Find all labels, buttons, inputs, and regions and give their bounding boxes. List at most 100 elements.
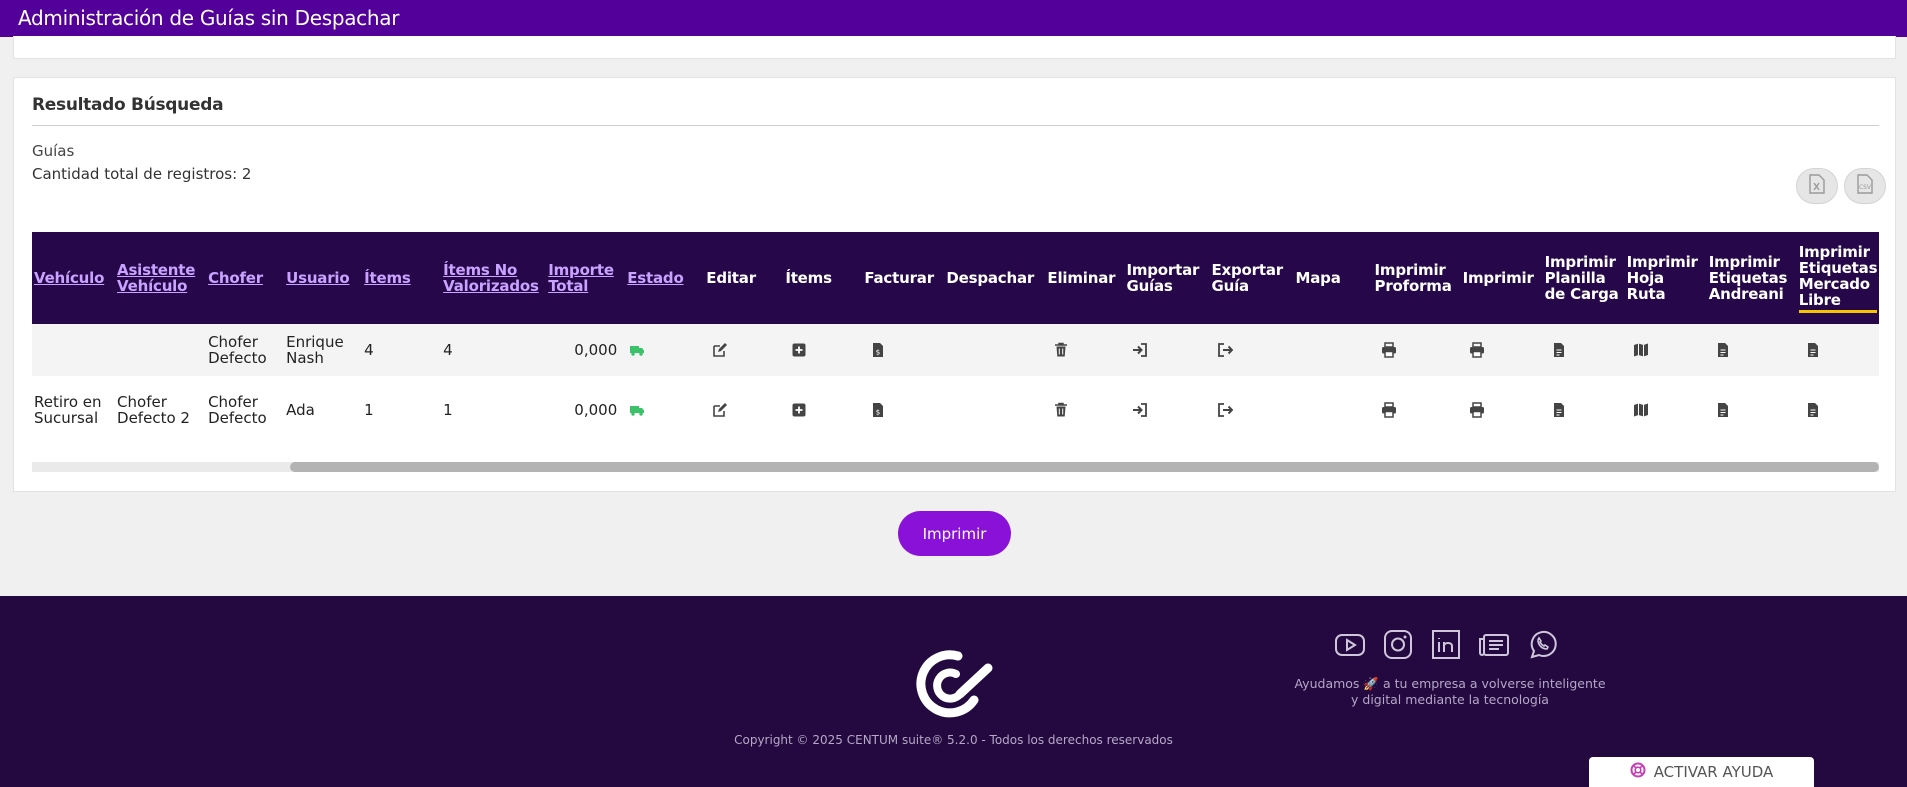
export-excel-button[interactable] xyxy=(1796,168,1838,204)
centum-logo xyxy=(912,650,996,720)
excel-file-icon xyxy=(1808,174,1826,198)
col-asistente-vehiculo[interactable]: Asistente Vehículo xyxy=(115,232,206,324)
trash-icon[interactable] xyxy=(1053,342,1069,358)
cell-imprimir xyxy=(1461,324,1543,376)
print-icon[interactable] xyxy=(1469,402,1485,418)
sign-out-icon[interactable] xyxy=(1217,402,1234,418)
print-icon[interactable] xyxy=(1381,402,1397,418)
results-panel: Resultado Búsqueda Guías Cantidad total … xyxy=(13,77,1896,492)
cell-estado xyxy=(625,324,704,376)
sign-in-icon[interactable] xyxy=(1132,342,1148,358)
map-icon[interactable] xyxy=(1633,342,1649,358)
cell-mapa xyxy=(1294,376,1373,444)
plus-square-icon[interactable] xyxy=(791,342,807,358)
trash-icon[interactable] xyxy=(1053,402,1069,418)
map-icon[interactable] xyxy=(1633,402,1649,418)
whatsapp-icon[interactable] xyxy=(1525,630,1559,660)
records-count: Cantidad total de registros: 2 xyxy=(32,165,252,183)
col-despachar: Despachar xyxy=(946,269,1035,287)
cell-chofer: Chofer Defecto xyxy=(208,333,267,367)
cell-asistente: Chofer Defecto 2 xyxy=(117,392,190,427)
svg-text:CSV: CSV xyxy=(1859,184,1872,191)
col-exportar-guia: Exportar Guía xyxy=(1211,261,1283,295)
cell-editar xyxy=(704,324,783,376)
file-text-icon[interactable] xyxy=(1551,342,1567,358)
col-mapa: Mapa xyxy=(1295,269,1341,287)
cell-etiquetas-andreani xyxy=(1707,376,1797,444)
export-csv-button[interactable]: CSV xyxy=(1844,168,1886,204)
svg-text:$: $ xyxy=(876,409,880,417)
cell-facturar: $ xyxy=(862,324,944,376)
blog-icon[interactable] xyxy=(1477,630,1511,660)
col-editar: Editar xyxy=(706,269,756,287)
file-text-icon[interactable] xyxy=(1551,402,1567,418)
truck-icon xyxy=(629,402,645,418)
scrollbar-thumb[interactable] xyxy=(290,462,1879,472)
cell-items-no-valorizados: 1 xyxy=(443,400,453,419)
cell-items: 4 xyxy=(364,341,374,359)
file-text-icon[interactable] xyxy=(1715,342,1731,358)
sign-in-icon[interactable] xyxy=(1132,402,1148,418)
invoice-icon[interactable]: $ xyxy=(870,342,886,358)
col-items-action: Ítems xyxy=(785,269,832,287)
col-usuario[interactable]: Usuario xyxy=(284,232,362,324)
lifebuoy-icon xyxy=(1630,762,1646,782)
copyright-text: Copyright © 2025 CENTUM suite® 5.2.0 - T… xyxy=(734,733,1173,747)
cell-exportar xyxy=(1209,324,1293,376)
cell-exportar xyxy=(1209,376,1293,444)
col-chofer[interactable]: Chofer xyxy=(206,232,284,324)
print-button[interactable]: Imprimir xyxy=(898,511,1011,556)
cell-eliminar xyxy=(1045,376,1124,444)
table-row[interactable]: Chofer Defecto Enrique Nash 4 4 0,000 $ xyxy=(32,324,1879,376)
cell-despachar xyxy=(944,324,1045,376)
file-text-icon[interactable] xyxy=(1715,402,1731,418)
col-imprimir-etiquetas-mercado-libre[interactable]: Imprimir Etiquetas Mercado Libre xyxy=(1797,232,1879,324)
plus-square-icon[interactable] xyxy=(791,402,807,418)
cell-editar xyxy=(704,376,783,444)
table-header-row: Vehículo Asistente Vehículo Chofer Usuar… xyxy=(32,232,1879,324)
horizontal-scrollbar[interactable] xyxy=(32,462,1879,472)
guides-table-container: Vehículo Asistente Vehículo Chofer Usuar… xyxy=(32,232,1879,444)
page-header: Administración de Guías sin Despachar xyxy=(0,0,1907,37)
print-icon[interactable] xyxy=(1381,342,1397,358)
cell-etiquetas-mercado-libre xyxy=(1797,324,1879,376)
results-subtitle: Guías xyxy=(32,142,75,160)
cell-items: 1 xyxy=(364,400,374,419)
svg-text:$: $ xyxy=(876,349,880,357)
edit-icon[interactable] xyxy=(712,402,728,418)
print-icon[interactable] xyxy=(1469,342,1485,358)
cell-imprimir xyxy=(1461,376,1543,444)
col-imprimir: Imprimir xyxy=(1462,269,1534,287)
cell-usuario: Ada xyxy=(286,400,315,419)
table-row[interactable]: Retiro en Sucursal Chofer Defecto 2 Chofer… xyxy=(32,376,1879,444)
edit-icon[interactable] xyxy=(712,342,728,358)
help-label: ACTIVAR AYUDA xyxy=(1653,763,1774,781)
cell-asistente xyxy=(115,324,206,376)
activate-help-button[interactable]: ACTIVAR AYUDA xyxy=(1589,757,1814,787)
col-facturar: Facturar xyxy=(864,269,934,287)
cell-vehiculo xyxy=(32,324,115,376)
instagram-icon[interactable] xyxy=(1381,630,1415,660)
col-items[interactable]: Ítems xyxy=(362,232,441,324)
col-imprimir-etiquetas-andreani: Imprimir Etiquetas Andreani xyxy=(1708,253,1788,303)
col-estado[interactable]: Estado xyxy=(625,232,704,324)
col-importe-total[interactable]: Importe Total xyxy=(546,232,625,324)
cell-planilla-carga xyxy=(1543,324,1625,376)
file-text-icon[interactable] xyxy=(1805,402,1821,418)
cell-items-action xyxy=(783,376,862,444)
file-text-icon[interactable] xyxy=(1805,342,1821,358)
invoice-icon[interactable]: $ xyxy=(870,402,886,418)
title-divider xyxy=(32,125,1879,126)
youtube-icon[interactable] xyxy=(1333,630,1367,660)
col-vehiculo[interactable]: Vehículo xyxy=(32,232,115,324)
sign-out-icon[interactable] xyxy=(1217,342,1234,358)
linkedin-icon[interactable] xyxy=(1429,630,1463,660)
cell-etiquetas-andreani xyxy=(1707,324,1797,376)
cell-importe-total: 0,000 xyxy=(574,400,618,419)
cell-importar xyxy=(1124,376,1209,444)
cell-planilla-carga xyxy=(1543,376,1625,444)
cell-hoja-ruta xyxy=(1625,324,1707,376)
cell-imprimir-proforma xyxy=(1373,324,1461,376)
cell-importe-total: 0,000 xyxy=(574,341,618,359)
col-items-no-valorizados[interactable]: Ítems No Valorizados xyxy=(441,232,546,324)
